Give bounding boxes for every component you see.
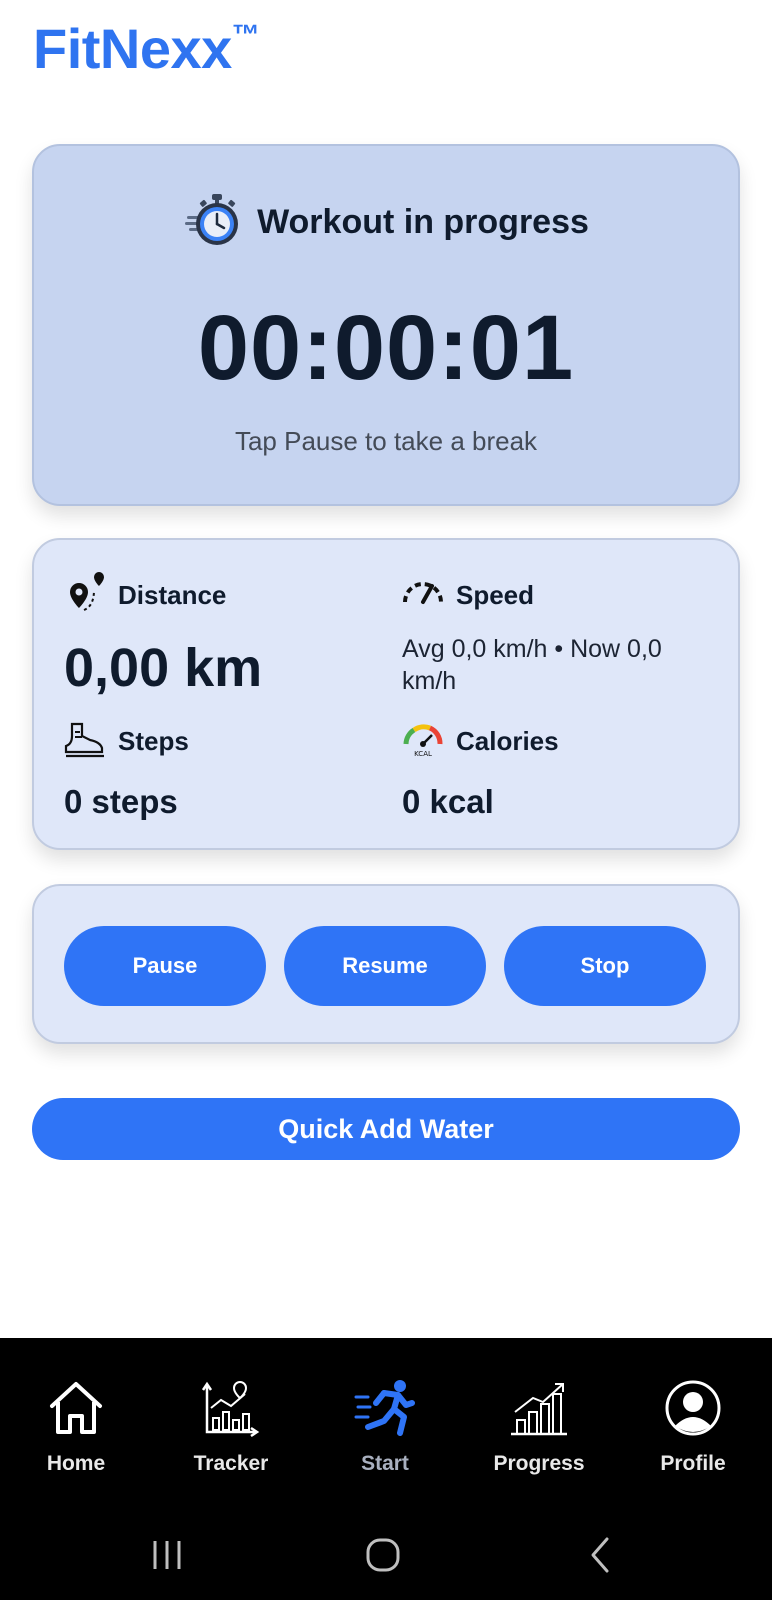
workout-stats-card: Distance 0,00 km Speed Avg 0,0 km/h • No… bbox=[32, 538, 740, 850]
speed-label: Speed bbox=[456, 580, 535, 610]
nav-item-home[interactable]: Home bbox=[1, 1376, 151, 1476]
nav-label-progress: Progress bbox=[493, 1452, 585, 1475]
back-icon[interactable] bbox=[571, 1510, 631, 1600]
speed-value: Avg 0,0 km/h • Now 0,0 km/h bbox=[402, 635, 662, 695]
distance-label: Distance bbox=[118, 580, 227, 610]
kcal-gauge-icon: KCAL bbox=[402, 718, 444, 765]
quick-add-water-button[interactable]: Quick Add Water bbox=[32, 1098, 740, 1160]
timer-hint: Tap Pause to take a break bbox=[234, 426, 538, 456]
nav-item-progress[interactable]: Progress bbox=[464, 1376, 614, 1476]
nav-label-profile: Profile bbox=[660, 1452, 726, 1475]
timer-header: Workout in progress bbox=[34, 192, 738, 253]
speedometer-icon bbox=[402, 572, 444, 619]
home-system-icon[interactable] bbox=[353, 1510, 413, 1600]
nav-label-start: Start bbox=[361, 1452, 409, 1475]
calories-value: 0 kcal bbox=[402, 783, 494, 820]
resume-button[interactable]: Resume bbox=[284, 926, 486, 1006]
workout-timer-card: Workout in progress 00:00:01 Tap Pause t… bbox=[32, 144, 740, 506]
nav-item-profile[interactable]: Profile bbox=[618, 1376, 768, 1476]
elapsed-time: 00:00:01 bbox=[197, 297, 575, 399]
distance-stat: Distance 0,00 km bbox=[64, 571, 263, 699]
recent-apps-icon[interactable] bbox=[137, 1510, 197, 1600]
stop-button[interactable]: Stop bbox=[504, 926, 706, 1006]
timer-title: Workout in progress bbox=[257, 203, 589, 241]
runner-icon bbox=[353, 1376, 417, 1440]
pause-button[interactable]: Pause bbox=[64, 926, 266, 1006]
steps-stat: Steps 0 steps bbox=[64, 718, 189, 821]
app-screen: FitNexx™ Workout in progress 00:00:01 Ta… bbox=[0, 0, 772, 1600]
svg-text:KCAL: KCAL bbox=[414, 750, 432, 758]
calories-label: Calories bbox=[456, 726, 559, 756]
steps-label: Steps bbox=[118, 726, 189, 756]
brand-name: FitNexx bbox=[33, 17, 232, 80]
stopwatch-icon bbox=[183, 192, 243, 253]
nav-label-tracker: Tracker bbox=[193, 1452, 269, 1475]
home-icon bbox=[44, 1376, 108, 1440]
brand-logo: FitNexx™ bbox=[33, 16, 260, 81]
nav-item-tracker[interactable]: Tracker bbox=[156, 1376, 306, 1476]
speed-stat: Speed Avg 0,0 km/h • Now 0,0 km/h bbox=[402, 572, 702, 697]
system-navigation-bar bbox=[0, 1510, 772, 1600]
steps-value: 0 steps bbox=[64, 783, 178, 820]
map-pin-route-icon bbox=[64, 571, 106, 619]
calories-stat: KCAL Calories 0 kcal bbox=[402, 718, 559, 821]
distance-value: 0,00 km bbox=[64, 638, 263, 698]
progress-bars-icon bbox=[507, 1376, 571, 1440]
tracker-chart-icon bbox=[199, 1376, 263, 1440]
nav-label-home: Home bbox=[46, 1452, 106, 1475]
profile-icon bbox=[661, 1376, 725, 1440]
shoe-icon bbox=[64, 718, 106, 765]
nav-item-start[interactable]: Start bbox=[310, 1376, 460, 1476]
trademark-mark: ™ bbox=[231, 19, 260, 51]
workout-controls-card: Pause Resume Stop bbox=[32, 884, 740, 1044]
